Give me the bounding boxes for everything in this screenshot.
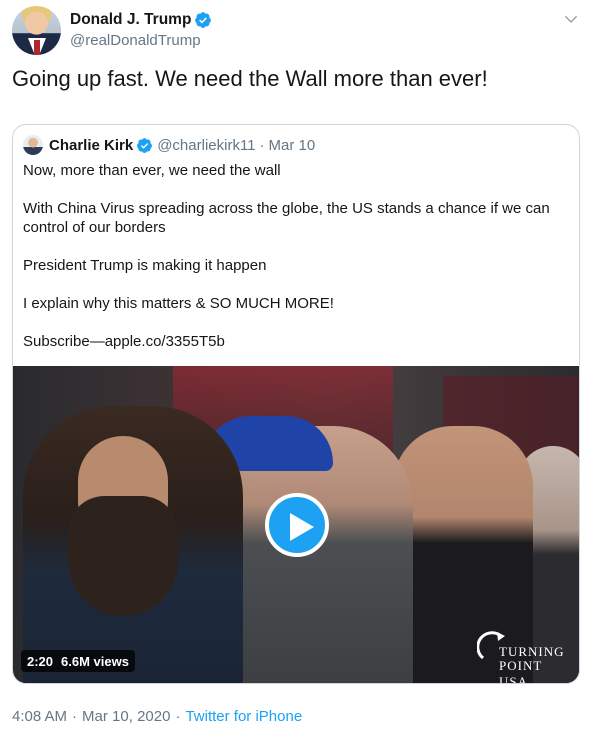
video-meta: 2:20 6.6M views <box>21 650 135 672</box>
display-name-row: Donald J. Trump <box>70 10 212 30</box>
video-brand-logo: TURNING POINT USA <box>477 628 569 683</box>
verified-badge-icon <box>195 12 212 28</box>
verified-badge-icon <box>137 137 153 153</box>
quoted-display-name: Charlie Kirk <box>49 136 134 154</box>
tweet: Donald J. Trump @realDonaldTrump Going u… <box>0 0 592 736</box>
author-handle[interactable]: @realDonaldTrump <box>70 32 212 49</box>
quoted-tweet-body: Now, more than ever, we need the wall Wi… <box>23 161 568 370</box>
chevron-down-icon[interactable] <box>564 12 578 26</box>
video-views: 6.6M views <box>61 653 129 669</box>
tweet-time[interactable]: 4:08 AM <box>12 708 67 725</box>
tweet-date[interactable]: Mar 10, 2020 <box>82 708 170 725</box>
quoted-tweet[interactable]: Charlie Kirk @charliekirk11 · Mar 10 Now… <box>12 124 580 684</box>
tweet-text: Going up fast. We need the Wall more tha… <box>12 66 488 91</box>
tweet-footer: 4:08 AM · Mar 10, 2020 · Twitter for iPh… <box>12 708 302 725</box>
quoted-paragraph: Subscribe—apple.co/3355T5b <box>23 333 225 350</box>
quoted-handle: @charliekirk11 <box>157 136 256 154</box>
quoted-paragraph: With China Virus spreading across the gl… <box>23 200 550 236</box>
video-duration: 2:20 <box>27 653 54 669</box>
video-player[interactable]: 2:20 6.6M views TURNING POINT USA <box>13 366 579 683</box>
author-names: Donald J. Trump @realDonaldTrump <box>70 10 212 49</box>
avatar-tie <box>34 40 40 55</box>
play-button[interactable] <box>265 493 329 557</box>
footer-separator: · <box>175 708 181 725</box>
video-person <box>23 406 243 683</box>
quoted-avatar <box>23 135 43 155</box>
tweet-header: Donald J. Trump @realDonaldTrump <box>12 6 580 56</box>
avatar[interactable] <box>12 6 61 55</box>
quoted-paragraph: President Trump is making it happen <box>23 257 267 274</box>
author-display-name[interactable]: Donald J. Trump <box>70 11 191 29</box>
quoted-paragraph: I explain why this matters & SO MUCH MOR… <box>23 295 334 312</box>
video-beard <box>68 496 178 616</box>
play-icon <box>290 513 314 541</box>
quoted-paragraph: Now, more than ever, we need the wall <box>23 162 281 179</box>
quoted-tweet-header: Charlie Kirk @charliekirk11 · Mar 10 <box>23 134 315 156</box>
brand-line2: POINT USA <box>499 658 543 684</box>
quoted-separator: · <box>259 136 265 154</box>
tweet-source-link[interactable]: Twitter for iPhone <box>185 708 302 725</box>
quoted-date: Mar 10 <box>268 136 316 154</box>
footer-separator: · <box>72 708 78 725</box>
